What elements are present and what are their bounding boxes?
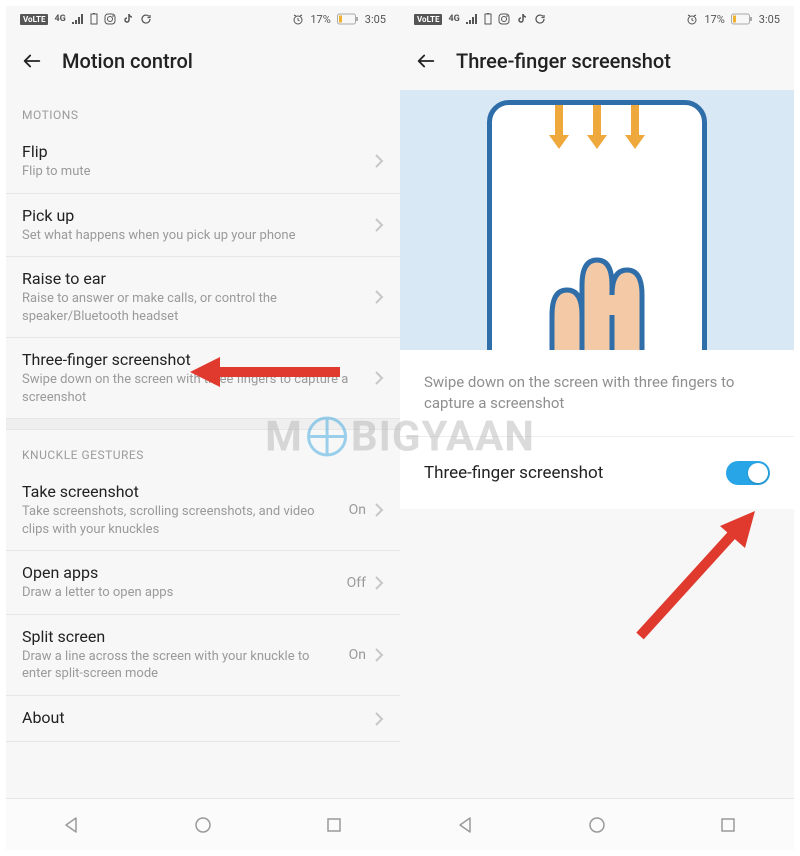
swipe-arrow-icon	[587, 135, 607, 149]
row-raise-title: Raise to ear	[22, 269, 364, 288]
back-arrow-icon	[415, 50, 437, 72]
page-title: Motion control	[62, 49, 193, 73]
nav-home-button[interactable]	[577, 805, 617, 845]
alarm-icon	[686, 13, 698, 25]
alarm-icon	[292, 13, 304, 25]
chevron-right-icon	[374, 575, 384, 591]
chevron-right-icon	[374, 502, 384, 518]
back-arrow-icon	[21, 50, 43, 72]
row-takeshot-value: On	[349, 502, 366, 518]
row-raise-sub: Raise to answer or make calls, or contro…	[22, 290, 364, 325]
nav-home-icon	[588, 816, 606, 834]
row-split-title: Split screen	[22, 627, 339, 646]
clock-label: 3:05	[365, 13, 386, 26]
annotation-arrow-1	[190, 352, 340, 392]
nav-back-icon	[63, 816, 81, 834]
row-split-screen[interactable]: Split screen Draw a line across the scre…	[6, 615, 400, 696]
screen-motion-control: VoLTE 4G 17% 3:05 Motion control MO	[6, 6, 400, 850]
row-takeshot-sub: Take screenshots, scrolling screenshots,…	[22, 503, 339, 538]
chevron-right-icon	[374, 153, 384, 169]
section-knuckle-label: KNUCKLE GESTURES	[6, 430, 400, 470]
row-take-screenshot[interactable]: Take screenshot Take screenshots, scroll…	[6, 470, 400, 551]
volte-badge: VoLTE	[20, 14, 48, 25]
nav-home-button[interactable]	[183, 805, 223, 845]
row-takeshot-title: Take screenshot	[22, 482, 339, 501]
refresh-icon	[140, 13, 152, 25]
row-openapps-sub: Draw a letter to open apps	[22, 584, 337, 602]
appbar: Motion control	[6, 32, 400, 90]
row-openapps-title: Open apps	[22, 563, 337, 582]
battery-icon	[337, 13, 359, 25]
row-flip-title: Flip	[22, 142, 364, 161]
chevron-right-icon	[374, 289, 384, 305]
row-pickup[interactable]: Pick up Set what happens when you pick u…	[6, 194, 400, 258]
battery-pct-label: 17%	[310, 13, 330, 26]
section-motions-label: MOTIONS	[6, 90, 400, 130]
gesture-description: Swipe down on the screen with three fing…	[400, 350, 794, 437]
network-4g-label: 4G	[448, 14, 459, 24]
battery-pct-label: 17%	[704, 13, 724, 26]
row-pickup-sub: Set what happens when you pick up your p…	[22, 227, 364, 245]
chevron-right-icon	[374, 647, 384, 663]
swipe-arrow-icon	[625, 135, 645, 149]
appbar: Three-finger screenshot	[400, 32, 794, 90]
row-about[interactable]: About	[6, 696, 400, 742]
nav-back-button[interactable]	[52, 805, 92, 845]
toggle-label: Three-finger screenshot	[424, 463, 603, 483]
nav-recent-icon	[720, 817, 736, 833]
instagram-icon	[104, 13, 116, 25]
battery-small-icon	[484, 13, 492, 25]
gesture-illustration	[400, 90, 794, 350]
toggle-knob	[748, 463, 768, 483]
row-flip[interactable]: Flip Flip to mute	[6, 130, 400, 194]
row-pickup-title: Pick up	[22, 206, 364, 225]
back-button[interactable]	[414, 49, 438, 73]
nav-recent-icon	[326, 817, 342, 833]
nav-recent-button[interactable]	[708, 805, 748, 845]
status-bar: VoLTE 4G 17% 3:05	[400, 6, 794, 32]
page-title: Three-finger screenshot	[456, 49, 671, 73]
nav-back-button[interactable]	[446, 805, 486, 845]
volte-badge: VoLTE	[414, 14, 442, 25]
three-finger-toggle[interactable]	[726, 461, 770, 485]
signal-icon	[72, 14, 84, 24]
chevron-right-icon	[374, 217, 384, 233]
section-gap	[6, 418, 400, 430]
network-4g-label: 4G	[54, 14, 65, 24]
refresh-icon	[534, 13, 546, 25]
row-about-title: About	[22, 708, 364, 727]
row-raise-to-ear[interactable]: Raise to ear Raise to answer or make cal…	[6, 257, 400, 338]
tiktok-icon	[516, 13, 528, 25]
nav-home-icon	[194, 816, 212, 834]
nav-recent-button[interactable]	[314, 805, 354, 845]
screen-three-finger-screenshot: VoLTE 4G 17% 3:05 Three-finger screensho…	[400, 6, 794, 850]
row-openapps-value: Off	[347, 575, 366, 591]
swipe-arrow-icon	[549, 135, 569, 149]
row-split-value: On	[349, 647, 366, 663]
instagram-icon	[498, 13, 510, 25]
annotation-arrow-2	[620, 486, 780, 646]
row-flip-sub: Flip to mute	[22, 163, 364, 181]
battery-small-icon	[90, 13, 98, 25]
tiktok-icon	[122, 13, 134, 25]
status-bar: VoLTE 4G 17% 3:05	[6, 6, 400, 32]
navbar	[400, 798, 794, 850]
hand-icon	[502, 235, 692, 350]
navbar	[6, 798, 400, 850]
signal-icon	[466, 14, 478, 24]
chevron-right-icon	[374, 711, 384, 727]
row-open-apps[interactable]: Open apps Draw a letter to open apps Off	[6, 551, 400, 615]
nav-back-icon	[457, 816, 475, 834]
back-button[interactable]	[20, 49, 44, 73]
chevron-right-icon	[374, 370, 384, 386]
row-split-sub: Draw a line across the screen with your …	[22, 648, 339, 683]
clock-label: 3:05	[759, 13, 780, 26]
battery-icon	[731, 13, 753, 25]
